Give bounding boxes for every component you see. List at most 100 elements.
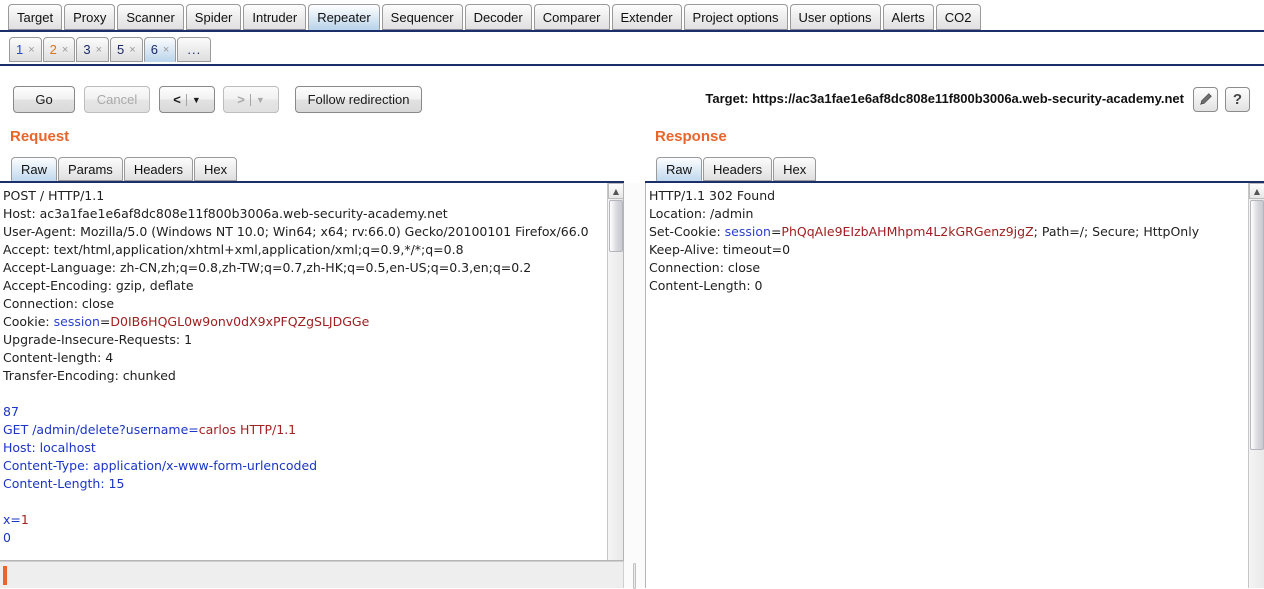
close-icon[interactable]: × (129, 44, 135, 56)
request-line-text: 0 (3, 530, 11, 545)
request-line (3, 493, 605, 511)
request-line: Connection: close (3, 295, 605, 313)
main-tab-underline (0, 30, 1264, 32)
request-line-text: Content-length: 4 (3, 350, 114, 365)
close-icon[interactable]: × (163, 44, 169, 56)
request-text[interactable]: POST / HTTP/1.1 Host: ac3a1fae1e6af8dc808… (3, 187, 605, 547)
chevron-left-icon: < (173, 92, 181, 107)
main-tab-scanner[interactable]: Scanner (117, 4, 184, 30)
request-vertical-scrollbar[interactable]: ▲ (607, 183, 623, 560)
pencil-icon (1200, 93, 1212, 105)
repeater-tab-3[interactable]: 3 × (76, 37, 110, 62)
repeater-tab-1[interactable]: 1 × (9, 37, 42, 62)
cookie-value: D0IB6HQGL0w9onv0dX9xPFQZgSLJDGGe (110, 314, 370, 329)
cookie-name: session (724, 224, 771, 239)
request-line: GET /admin/delete?username=carlos HTTP/1… (3, 421, 605, 439)
request-line-text: Connection: close (3, 296, 115, 311)
close-icon[interactable]: × (96, 44, 102, 56)
main-tab-project-options[interactable]: Project options (683, 4, 788, 30)
request-subtab-headers[interactable]: Headers (123, 157, 193, 181)
close-icon[interactable]: × (28, 44, 34, 56)
request-line-text: Accept-Encoding: gzip, deflate (3, 278, 194, 293)
request-line: Content-Type: application/x-www-form-url… (3, 457, 605, 475)
response-vertical-scrollbar[interactable]: ▲ (1248, 183, 1264, 588)
request-subtab-params[interactable]: Params (58, 157, 123, 181)
scrollbar-thumb[interactable] (1250, 200, 1264, 450)
response-text[interactable]: HTTP/1.1 302 Found Location: /admin Set-Co… (649, 187, 1246, 295)
help-button[interactable]: ? (1225, 87, 1250, 112)
request-editor[interactable]: POST / HTTP/1.1 Host: ac3a1fae1e6af8dc808… (0, 183, 624, 561)
go-button-label: Go (35, 92, 53, 107)
response-line: Set-Cookie: session=PhQqAIe9EIzbAHMhpm4L… (649, 223, 1246, 241)
repeater-tab-5[interactable]: 5 × (110, 37, 143, 62)
main-tab-label: Repeater (317, 9, 371, 25)
response-editor[interactable]: HTTP/1.1 302 Found Location: /admin Set-Co… (645, 183, 1264, 588)
main-tab-repeater[interactable]: Repeater (308, 4, 380, 30)
main-tab-intruder[interactable]: Intruder (243, 4, 307, 30)
main-tab-label: Intruder (252, 9, 298, 25)
request-line: 0 (3, 529, 605, 547)
forward-button[interactable]: > ▼ (223, 86, 279, 113)
repeater-tab-label: 2 (49, 42, 57, 57)
response-line-text: Connection: close (649, 260, 761, 275)
separator (185, 93, 187, 106)
main-tab-proxy[interactable]: Proxy (64, 4, 116, 30)
main-tab-bar: Target Proxy Scanner Spider Intruder Repeater… (0, 0, 1264, 34)
main-tab-list: Target Proxy Scanner Spider Intruder Repeater… (8, 4, 981, 30)
main-tab-user-options[interactable]: User options (789, 4, 881, 30)
main-tab-target[interactable]: Target (8, 4, 63, 30)
response-line: Content-Length: 0 (649, 277, 1246, 295)
response-subtab-headers[interactable]: Headers (703, 157, 773, 181)
request-line (3, 385, 605, 403)
back-button[interactable]: < ▼ (159, 86, 215, 113)
request-line-text: GET /admin/delete?username= (3, 422, 199, 437)
main-tab-comparer[interactable]: Comparer (533, 4, 610, 30)
request-find-bar[interactable] (0, 561, 624, 588)
repeater-tab-more[interactable]: ... (177, 37, 212, 62)
response-subtab-label: Headers (713, 161, 763, 177)
request-line-text: POST / HTTP/1.1 (3, 188, 105, 203)
request-line-text: Host: ac3a1fae1e6af8dc808e11f800b3006a.w… (3, 206, 448, 221)
repeater-tab-2[interactable]: 2 × (42, 37, 76, 62)
main-tab-label: Project options (692, 9, 779, 25)
cookie-name: session (53, 314, 100, 329)
response-line: Keep-Alive: timeout=0 (649, 241, 1246, 259)
main-tab-sequencer[interactable]: Sequencer (381, 4, 463, 30)
chevron-down-icon: ▼ (191, 94, 201, 105)
response-line: Location: /admin (649, 205, 1246, 223)
repeater-tab-6[interactable]: 6 × (143, 37, 177, 62)
edit-target-button[interactable] (1193, 87, 1218, 112)
scroll-up-icon[interactable]: ▲ (608, 183, 623, 199)
close-icon[interactable]: × (62, 44, 68, 56)
response-subtab-hex[interactable]: Hex (773, 157, 817, 181)
request-line-value: carlos HTTP/1.1 (198, 422, 297, 437)
splitter-grip[interactable] (633, 563, 636, 589)
request-subtab-raw[interactable]: Raw (11, 157, 58, 181)
cancel-button[interactable]: Cancel (84, 86, 150, 113)
go-button[interactable]: Go (13, 86, 75, 113)
main-tab-label: Spider (194, 9, 233, 25)
response-line-text: Set-Cookie: (649, 224, 725, 239)
cookie-equals: = (770, 224, 782, 239)
scroll-up-icon[interactable]: ▲ (1249, 183, 1264, 199)
response-subtab-list: Raw Headers Hex (656, 157, 817, 181)
response-subtab-raw[interactable]: Raw (656, 157, 703, 181)
separator (249, 93, 251, 106)
request-find-input[interactable] (10, 566, 570, 585)
request-subtab-hex[interactable]: Hex (193, 157, 238, 181)
main-tab-alerts[interactable]: Alerts (882, 4, 934, 30)
follow-redirection-button[interactable]: Follow redirection (295, 86, 422, 113)
request-line: Content-length: 4 (3, 349, 605, 367)
main-tab-spider[interactable]: Spider (185, 4, 242, 30)
panel-splitter[interactable] (624, 183, 645, 589)
request-line-text: Accept: text/html,application/xhtml+xml,… (3, 242, 464, 257)
more-tabs-label: ... (187, 42, 202, 57)
main-tab-extender[interactable]: Extender (611, 4, 682, 30)
chevron-down-icon: ▼ (255, 94, 265, 105)
scrollbar-thumb[interactable] (609, 200, 623, 252)
request-line: Upgrade-Insecure-Requests: 1 (3, 331, 605, 349)
request-line-text: Content-Type: application/x-www-form-url… (3, 458, 318, 473)
repeater-tab-list: 1 × 2 × 3 × 5 × 6 ×... (9, 37, 212, 62)
main-tab-decoder[interactable]: Decoder (464, 4, 532, 30)
main-tab-co2[interactable]: CO2 (935, 4, 981, 30)
